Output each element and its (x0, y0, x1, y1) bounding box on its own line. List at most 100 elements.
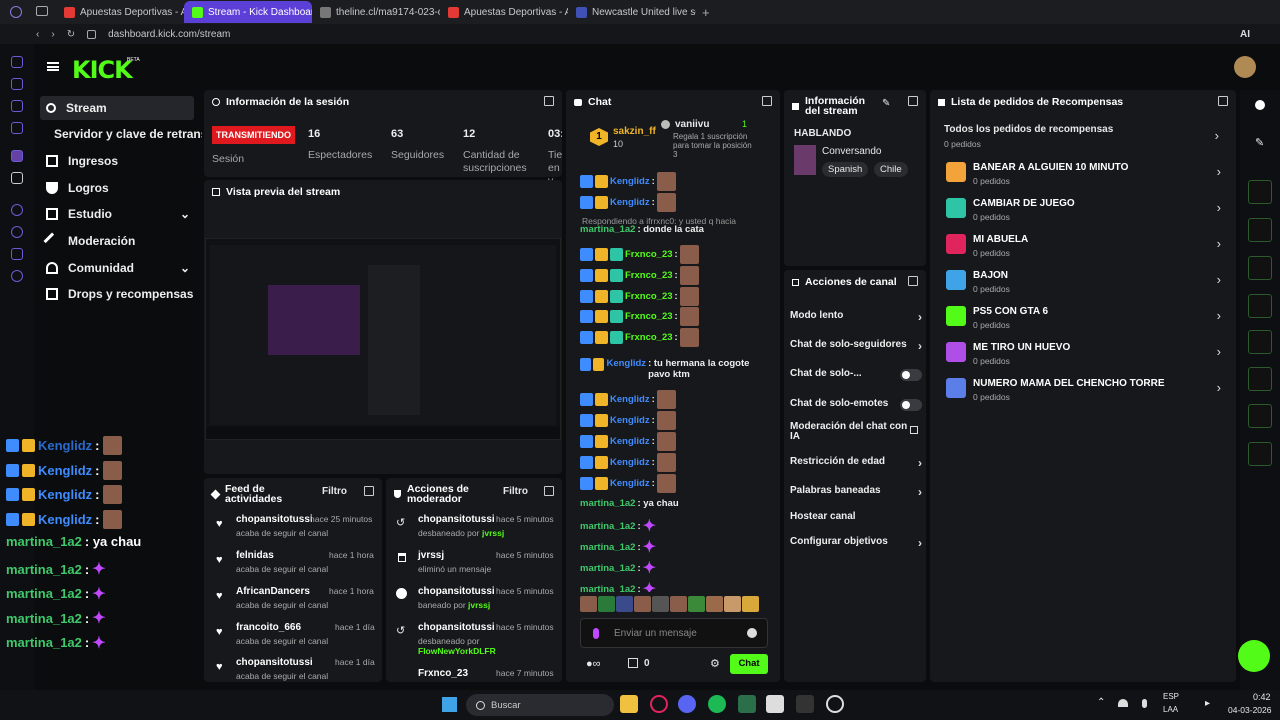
pinned-user[interactable]: sakzin_ff (613, 126, 656, 137)
reload-icon[interactable]: ↻ (67, 29, 75, 40)
spotify-icon[interactable] (708, 695, 726, 713)
new-tab-icon[interactable]: + (702, 5, 710, 20)
messenger-icon[interactable] (11, 56, 23, 68)
chat-username[interactable]: martina_1a2 (580, 584, 635, 593)
stream-preview-video[interactable] (205, 238, 561, 440)
file-explorer-icon[interactable] (620, 695, 638, 713)
emote[interactable] (670, 596, 687, 612)
app-icon[interactable] (738, 695, 756, 713)
site-info-icon[interactable] (87, 29, 97, 39)
tag[interactable]: Chile (874, 162, 908, 177)
emote[interactable] (598, 596, 615, 612)
camera-icon[interactable] (1248, 180, 1272, 204)
twitch-icon[interactable] (11, 150, 23, 162)
tag[interactable]: Spanish (822, 162, 869, 177)
chat-username[interactable]: Kenglidz (610, 197, 650, 208)
emote[interactable] (742, 596, 759, 612)
points-icon[interactable]: ●∞ (586, 658, 601, 670)
chat-send-button[interactable]: Chat (730, 654, 768, 674)
category-name[interactable]: Conversando (822, 146, 881, 157)
sidebar-item-drops[interactable]: Drops y recompensas (40, 282, 194, 306)
chat-username[interactable]: Kenglidz (610, 176, 650, 187)
action-followers-only[interactable]: Chat de solo-seguidores › (790, 339, 922, 353)
broadcast-icon[interactable] (1248, 330, 1272, 354)
browser-tab[interactable]: theline.cl/ma9174-023-os (312, 1, 440, 23)
clock-date[interactable]: 04-03-2026 (1228, 705, 1271, 715)
app-icon[interactable] (11, 78, 23, 90)
chat-username[interactable]: martina_1a2 (580, 521, 635, 532)
forward-icon[interactable]: › (51, 29, 54, 40)
store-icon[interactable] (628, 658, 638, 668)
chat-username[interactable]: Frxnco_23 (625, 332, 673, 343)
category-thumbnail[interactable] (794, 145, 816, 175)
browser-tab-active[interactable]: Stream - Kick Dashboard (184, 1, 312, 23)
chat-username[interactable]: Kenglidz (610, 457, 650, 468)
app-icon[interactable] (796, 695, 814, 713)
edit-icon[interactable]: ✎ (882, 98, 890, 109)
gift-user[interactable]: vaniivu (675, 119, 709, 130)
chat-input[interactable]: Enviar un mensaje (580, 618, 768, 648)
popout-icon[interactable] (762, 96, 772, 106)
browser-tab[interactable]: Newcastle United live scor (568, 1, 696, 23)
chat-username[interactable]: Kenglidz (610, 394, 650, 405)
chat-username[interactable]: Kenglidz (610, 415, 650, 426)
tray-overflow-icon[interactable]: ⌃ (1097, 697, 1105, 708)
bolt-icon[interactable] (1248, 218, 1272, 242)
chat-username[interactable]: Kenglidz (610, 478, 650, 489)
browser-menu-icon[interactable] (10, 6, 22, 18)
action-ai-moderation[interactable]: Moderación del chat con IA (790, 422, 918, 442)
chat-username[interactable]: Kenglidz (606, 358, 646, 369)
wrench-icon[interactable] (1248, 404, 1272, 428)
feed-filter-button[interactable]: Filtro (322, 486, 347, 497)
kick-logo[interactable]: KICK (72, 56, 133, 84)
emote[interactable] (652, 596, 669, 612)
chat-username[interactable]: Kenglidz (610, 436, 650, 447)
action-banned-words[interactable]: Palabras baneadas › (790, 485, 922, 499)
history-icon[interactable] (11, 226, 23, 238)
community-icon[interactable] (1248, 442, 1272, 466)
emote[interactable] (706, 596, 723, 612)
app-icon[interactable] (11, 122, 23, 134)
info-icon[interactable] (1255, 100, 1265, 110)
action-host-channel[interactable]: Hostear canal (790, 511, 922, 522)
popout-icon[interactable] (544, 96, 554, 106)
sidebar-item-comunidad[interactable]: Comunidad ⌄ (40, 256, 194, 280)
chat-username[interactable]: Frxnco_23 (625, 270, 673, 281)
chat-icon[interactable] (1248, 294, 1272, 318)
avatar[interactable] (1234, 56, 1256, 78)
browser-tab[interactable]: Apuestas Deportivas - Ap (440, 1, 568, 23)
sidebar-item-server-key[interactable]: Servidor y clave de retransmisión (40, 122, 202, 146)
action-slow-mode[interactable]: Modo lento › (790, 310, 922, 324)
emote[interactable] (616, 596, 633, 612)
sidebar-item-stream[interactable]: Stream (40, 96, 194, 120)
chat-username[interactable]: martina_1a2 (580, 498, 635, 509)
subs-only-toggle[interactable] (900, 369, 922, 381)
chat-username[interactable]: martina_1a2 (580, 563, 635, 574)
emoji-icon[interactable] (747, 628, 757, 638)
x-icon[interactable] (11, 172, 23, 184)
sidebar-item-logros[interactable]: Logros (40, 176, 194, 200)
mic-icon[interactable] (1142, 699, 1147, 708)
back-icon[interactable]: ‹ (36, 29, 39, 40)
popout-icon[interactable] (1218, 96, 1228, 106)
discord-icon[interactable] (678, 695, 696, 713)
emote[interactable] (634, 596, 651, 612)
sidebar-item-ingresos[interactable]: Ingresos (40, 149, 194, 173)
windows-start-icon[interactable] (442, 697, 457, 712)
store-icon[interactable] (766, 695, 784, 713)
emote[interactable] (580, 596, 597, 612)
popout-icon[interactable] (364, 486, 374, 496)
chat-username[interactable]: Frxnco_23 (625, 249, 673, 260)
popout-icon[interactable] (908, 276, 918, 286)
sidebar-item-moderacion[interactable]: Moderación (40, 229, 194, 253)
taskbar-search[interactable]: Buscar (466, 694, 614, 716)
settings-icon[interactable] (11, 270, 23, 282)
obs-icon[interactable] (826, 695, 844, 713)
url-field[interactable]: dashboard.kick.com/stream (108, 29, 230, 40)
app-icon[interactable] (11, 100, 23, 112)
chat-username[interactable]: Frxnco_23 (625, 311, 673, 322)
emote[interactable] (724, 596, 741, 612)
edit-icon[interactable]: ✎ (1255, 136, 1264, 149)
sidebar-item-estudio[interactable]: Estudio ⌄ (40, 202, 194, 226)
emotes-only-toggle[interactable] (900, 399, 922, 411)
